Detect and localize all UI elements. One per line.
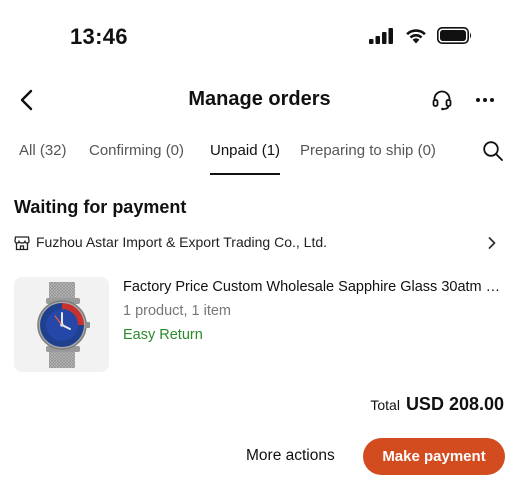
tab-all[interactable]: All (32) <box>19 142 67 159</box>
status-icons <box>369 27 473 44</box>
search-button[interactable] <box>482 140 504 162</box>
tab-preparing-to-ship[interactable]: Preparing to ship (0) <box>300 142 436 159</box>
active-tab-indicator <box>210 173 280 175</box>
make-payment-button[interactable]: Make payment <box>363 438 505 475</box>
store-name: Fuzhou Astar Import & Export Trading Co.… <box>36 234 328 250</box>
store-row[interactable]: Fuzhou Astar Import & Export Trading Co.… <box>14 232 506 254</box>
order-total: Total USD 208.00 <box>370 394 504 415</box>
watch-icon <box>36 281 90 368</box>
total-amount: USD 208.00 <box>405 394 504 414</box>
ellipsis-icon <box>476 98 494 102</box>
cellular-signal-icon <box>369 27 393 44</box>
total-label: Total <box>370 397 400 413</box>
more-options-button[interactable] <box>471 86 499 114</box>
headset-icon <box>432 90 452 111</box>
order-status-tabs: All (32) Confirming (0) Unpaid (1) Prepa… <box>0 136 519 178</box>
product-title: Factory Price Custom Wholesale Sapphire … <box>123 279 501 295</box>
nav-bar: Manage orders <box>0 78 519 122</box>
chevron-right-icon <box>488 237 496 249</box>
tab-confirming[interactable]: Confirming (0) <box>89 142 184 159</box>
more-actions-button[interactable]: More actions <box>246 447 335 465</box>
tab-unpaid[interactable]: Unpaid (1) <box>210 142 280 159</box>
product-quantity: 1 product, 1 item <box>123 303 231 319</box>
customer-support-button[interactable] <box>428 86 456 114</box>
status-time: 13:46 <box>70 24 128 49</box>
tab-scroll-fade <box>462 136 484 172</box>
status-bar: 13:46 <box>0 0 519 70</box>
search-icon <box>483 141 503 161</box>
product-image <box>14 277 109 372</box>
order-status-heading: Waiting for payment <box>14 197 187 217</box>
order-product[interactable]: Factory Price Custom Wholesale Sapphire … <box>14 277 506 373</box>
battery-icon <box>437 27 472 44</box>
wifi-icon <box>406 28 426 43</box>
easy-return-badge: Easy Return <box>123 327 203 343</box>
store-icon <box>14 236 30 251</box>
